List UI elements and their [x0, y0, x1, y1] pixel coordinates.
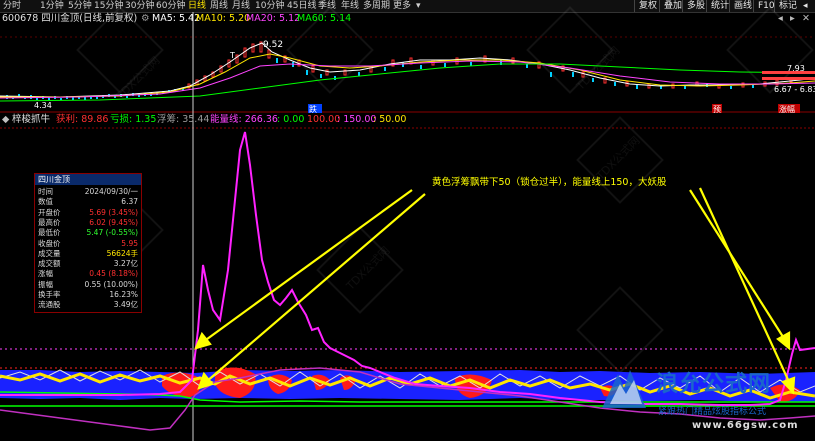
- popup-row: 成交额 3.27亿: [35, 259, 141, 268]
- popup-row: 数值 6.37: [35, 197, 141, 206]
- popup-row: 涨幅 0.45 (8.18%): [35, 269, 141, 278]
- popup-row: 开盘价 5.69 (3.45%): [35, 208, 141, 217]
- kline-right-label-2: 6.67 - 6.83: [774, 85, 815, 94]
- popup-row-label: 开盘价: [38, 207, 61, 217]
- annotation-arrows: [194, 187, 796, 395]
- popup-row: 成交量 56624手: [35, 249, 141, 258]
- indicator-ref-150: : 150.00: [337, 114, 377, 125]
- popup-row: 流通股 3.49亿: [35, 300, 141, 309]
- annotation-text: 黄色浮筹飘带下50（锁仓过半），能量线上150，大妖股: [432, 177, 667, 188]
- popup-row-label: 流通股: [38, 300, 61, 310]
- indicator-ref-0: : 0.00: [277, 114, 305, 125]
- popup-row-label: 振幅: [38, 279, 53, 289]
- indicator-energy: 能量线: 266.36: [210, 114, 278, 125]
- popup-row: 时间 2024/09/30/一: [35, 187, 141, 196]
- logo-brand-text: 浪允公式网: [656, 372, 772, 397]
- popup-row: 最高价 6.02 (9.45%): [35, 218, 141, 227]
- indicator-ref-50: : 50.00: [373, 114, 407, 125]
- popup-row-value: 5.47 (-0.55%): [86, 228, 138, 238]
- popup-row-label: 成交量: [38, 248, 61, 258]
- logo-url: www.66gsw.com: [692, 420, 799, 431]
- popup-row: 最低价 5.47 (-0.55%): [35, 228, 141, 237]
- indicator-floating: 浮筹: 35.44: [157, 114, 210, 125]
- popup-row-label: 最低价: [38, 228, 61, 238]
- stock-info-popup: 四川金顶 时间 2024/09/30/一数值 6.37 开盘价 5.69 (3.45%)…: [34, 173, 142, 313]
- popup-title: 四川金顶: [35, 174, 141, 185]
- popup-row: 收盘价 5.95: [35, 239, 141, 248]
- popup-row-label: 成交额: [38, 259, 61, 269]
- popup-row-label: 换手率: [38, 290, 61, 299]
- popup-row-label: 收盘价: [38, 238, 61, 248]
- indicator-header: ◆ 梓梭抓牛 获利: 89.86 亏损: 1.35 浮筹: 35.44 能量线:…: [0, 113, 815, 127]
- popup-row-label: 数值: [38, 197, 53, 207]
- indicator-menu-icon[interactable]: ◆: [2, 113, 9, 127]
- indicator-profit: 获利: 89.86: [56, 114, 109, 125]
- kline-marker-label: T: [229, 51, 235, 60]
- popup-row-value: 5.95: [121, 238, 138, 248]
- popup-row-value: 6.02 (9.45%): [89, 217, 138, 227]
- popup-row: 振幅 0.55 (10.00%): [35, 280, 141, 289]
- popup-row-value: 16.23%: [109, 290, 138, 299]
- popup-row-value: 2024/09/30/一: [84, 187, 138, 196]
- popup-row-value: 3.49亿: [113, 300, 138, 310]
- indicator-loss: 亏损: 1.35: [110, 114, 157, 125]
- popup-row-value: 56624手: [106, 248, 138, 258]
- popup-row-label: 最高价: [38, 217, 61, 227]
- popup-row-value: 0.55 (10.00%): [84, 279, 138, 289]
- popup-row-label: 时间: [38, 187, 53, 196]
- popup-row: 换手率 16.23%: [35, 290, 141, 299]
- popup-row-value: 0.45 (8.18%): [89, 269, 138, 279]
- kline-low-label: 4.34: [34, 101, 52, 110]
- popup-row-value: 3.27亿: [113, 259, 138, 269]
- popup-row-value: 6.37: [121, 197, 138, 207]
- brand-logo: 浪允公式网 紧跟热门精品炫股指标公式 www.66gsw.com: [596, 364, 808, 437]
- popup-row-value: 5.69 (3.45%): [89, 207, 138, 217]
- kline-high-label: 9.52: [263, 40, 283, 50]
- logo-slogan: 紧跟热门精品炫股指标公式: [658, 407, 767, 417]
- logo-emblem-icon: [602, 370, 646, 408]
- indicator-name[interactable]: 梓梭抓牛: [12, 113, 50, 127]
- indicator-ref-100: 100.00: [307, 114, 341, 125]
- popup-row-label: 涨幅: [38, 269, 53, 279]
